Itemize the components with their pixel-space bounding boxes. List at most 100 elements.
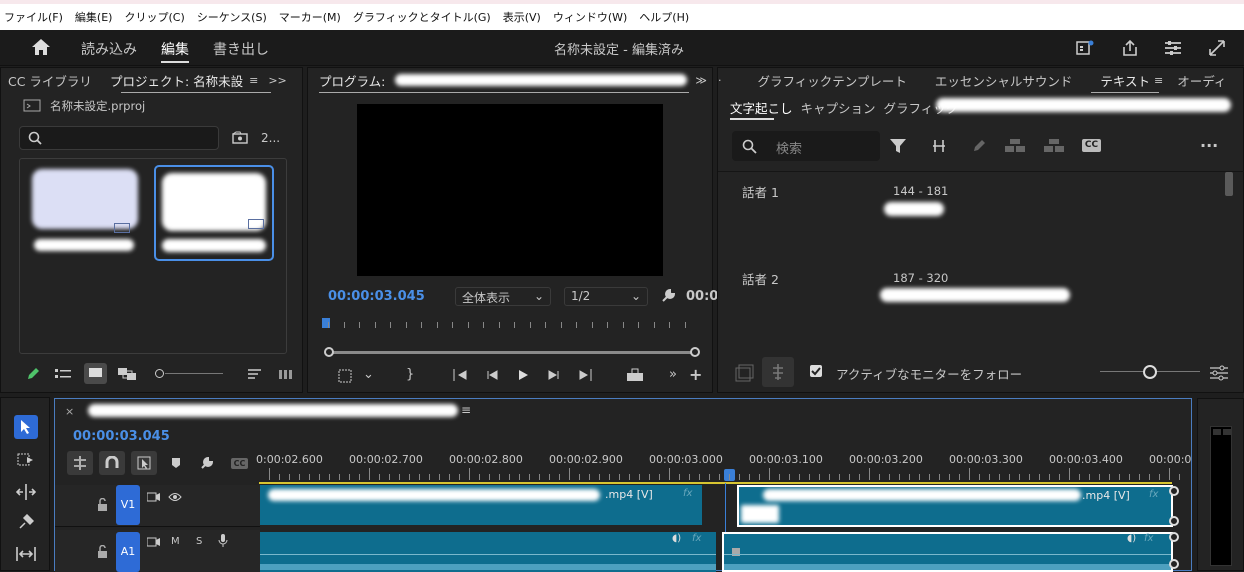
- video-clip-1[interactable]: .mp4 [V] fx: [260, 485, 702, 525]
- subtab-captions[interactable]: キャプション: [801, 98, 876, 117]
- speaker-label-2[interactable]: 話者 2: [742, 269, 779, 288]
- snap-magnet-icon[interactable]: [99, 451, 125, 475]
- step-forward-icon[interactable]: [548, 369, 560, 381]
- captions-track-icon[interactable]: CC: [231, 458, 248, 469]
- follow-monitor-checkbox[interactable]: [810, 365, 822, 377]
- sync-lock-icon[interactable]: [147, 537, 160, 548]
- eye-visibility-icon[interactable]: [168, 492, 182, 502]
- video-clip-2[interactable]: .mp4 [V] fx: [737, 485, 1173, 527]
- filter-icon[interactable]: [889, 137, 907, 155]
- audio-clip-1[interactable]: ◖) fx: [260, 532, 716, 572]
- timeline-timecode[interactable]: 00:00:03.045: [73, 429, 170, 444]
- overflow-tabs-icon[interactable]: >>: [268, 74, 286, 87]
- sync-lock-icon[interactable]: [147, 492, 160, 503]
- menu-marker[interactable]: マーカー(M): [279, 9, 341, 25]
- safe-margins-icon[interactable]: [338, 369, 352, 383]
- tab-graphics-templates[interactable]: グラフィックテンプレート: [758, 71, 907, 90]
- overflow-tabs-icon[interactable]: ≫: [695, 74, 707, 87]
- merge-icon[interactable]: [1004, 138, 1026, 154]
- ripple-edit-tool-icon[interactable]: [16, 484, 36, 500]
- close-sequence-icon[interactable]: ×: [65, 405, 74, 418]
- media-thumbnail-1[interactable]: [30, 167, 140, 257]
- solo-track-button[interactable]: S: [196, 536, 202, 547]
- tab-menu-icon[interactable]: ≡: [249, 74, 258, 87]
- speaker-label-1[interactable]: 話者 1: [742, 182, 779, 201]
- media-thumbnail-2[interactable]: [154, 165, 274, 261]
- freeform-view-icon[interactable]: [118, 368, 136, 380]
- icon-view-icon[interactable]: [84, 363, 107, 384]
- sequence-menu-icon[interactable]: ≡: [461, 403, 471, 417]
- menu-edit[interactable]: 編集(E): [75, 9, 113, 25]
- overflow-buttons-icon[interactable]: »: [669, 367, 677, 382]
- text-size-slider[interactable]: [1100, 364, 1200, 380]
- captions-icon[interactable]: CC: [1082, 139, 1101, 152]
- play-icon[interactable]: [517, 369, 529, 381]
- transcript-search-input[interactable]: 検索: [732, 131, 880, 161]
- selection-tool-icon[interactable]: [14, 415, 38, 439]
- zoom-scroll-bar[interactable]: [324, 346, 700, 358]
- project-search-input[interactable]: [19, 126, 219, 150]
- mute-track-button[interactable]: M: [171, 536, 180, 547]
- timeline-ruler[interactable]: 0:00:02.600 00:00:02.700 00:00:02.800 00:00…: [256, 451, 1191, 484]
- nest-sequence-icon[interactable]: [67, 451, 93, 475]
- tab-program[interactable]: プログラム:: [319, 71, 385, 90]
- link-icon[interactable]: [1043, 138, 1065, 154]
- wrench-icon[interactable]: [661, 288, 676, 303]
- tab-audio[interactable]: オーディ: [1177, 71, 1226, 90]
- razor-tool-icon[interactable]: [18, 514, 34, 530]
- track-target-v1[interactable]: V1: [116, 485, 140, 525]
- menu-file[interactable]: ファイル(F): [4, 9, 63, 25]
- split-segment-icon[interactable]: [932, 139, 946, 153]
- zoom-select[interactable]: 全体表示 ⌄: [455, 287, 551, 306]
- home-icon[interactable]: [31, 38, 51, 56]
- tab-edit[interactable]: 編集: [161, 39, 189, 59]
- edit-icon[interactable]: [972, 139, 986, 153]
- menu-help[interactable]: ヘルプ(H): [639, 9, 689, 25]
- clip-end-handle[interactable]: [1169, 516, 1179, 526]
- settings-sliders-icon[interactable]: [1209, 365, 1229, 381]
- audio-clip-2[interactable]: ◖) fx: [722, 532, 1173, 572]
- tab-import[interactable]: 読み込み: [81, 39, 137, 59]
- transcript-view-icon[interactable]: [735, 364, 755, 382]
- tab-text[interactable]: テキスト: [1100, 71, 1150, 90]
- overflow-tabs-icon[interactable]: ·: [718, 74, 722, 87]
- tab-project[interactable]: プロジェクト: 名称未設: [110, 71, 243, 90]
- clip-end-handle[interactable]: [1169, 532, 1179, 542]
- scrollbar-thumb[interactable]: [1225, 172, 1233, 196]
- pencil-icon[interactable]: [26, 367, 40, 381]
- slip-tool-icon[interactable]: [16, 546, 36, 562]
- go-to-out-icon[interactable]: [578, 369, 593, 381]
- menu-window[interactable]: ウィンドウ(W): [553, 9, 627, 25]
- linked-selection-icon[interactable]: [131, 451, 157, 475]
- sort-icon[interactable]: [248, 368, 262, 380]
- tab-export[interactable]: 書き出し: [213, 39, 269, 59]
- add-button-icon[interactable]: +: [689, 365, 702, 384]
- list-view-icon[interactable]: [55, 368, 71, 380]
- lock-track-icon[interactable]: [97, 498, 108, 511]
- microphone-icon[interactable]: [218, 534, 228, 548]
- tab-essential-sound[interactable]: エッセンシャルサウンド: [935, 71, 1073, 90]
- tab-cc-libraries[interactable]: CC ライブラリ: [8, 71, 92, 90]
- notifications-icon[interactable]: [1076, 40, 1094, 56]
- track-target-a1[interactable]: A1: [116, 532, 140, 572]
- workspaces-icon[interactable]: [1164, 40, 1182, 56]
- step-back-icon[interactable]: [486, 369, 498, 381]
- timeline-settings-wrench-icon[interactable]: [200, 456, 214, 470]
- menu-clip[interactable]: クリップ(C): [124, 9, 184, 25]
- fullscreen-icon[interactable]: [1208, 39, 1226, 57]
- automate-icon[interactable]: [279, 368, 295, 380]
- menu-sequence[interactable]: シーケンス(S): [197, 9, 267, 25]
- mark-out-icon[interactable]: }: [406, 367, 414, 382]
- export-frame-icon[interactable]: [626, 368, 644, 382]
- program-timecode[interactable]: 00:00:03.045: [328, 289, 425, 304]
- program-time-ruler[interactable]: [322, 318, 692, 332]
- program-video-frame[interactable]: [357, 104, 663, 276]
- structure-view-icon[interactable]: [762, 357, 794, 387]
- resolution-select[interactable]: 1/2 ⌄: [564, 287, 648, 306]
- lock-track-icon[interactable]: [97, 545, 108, 558]
- tab-menu-icon[interactable]: ≡: [1154, 74, 1163, 87]
- go-to-in-icon[interactable]: [453, 369, 468, 381]
- track-select-tool-icon[interactable]: [17, 453, 35, 467]
- subtab-transcript[interactable]: 文字起こし: [730, 98, 793, 117]
- clip-end-handle[interactable]: [1169, 559, 1179, 569]
